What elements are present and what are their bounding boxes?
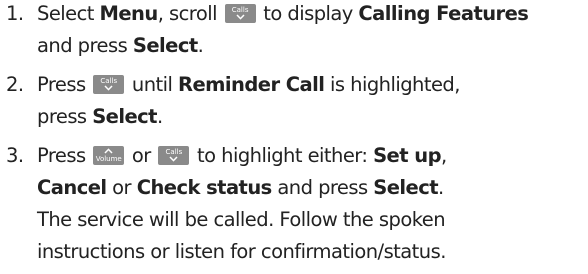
step-text: Press bbox=[37, 144, 92, 167]
chevron-down-icon bbox=[169, 156, 178, 162]
step-text: and press bbox=[271, 176, 374, 199]
chevron-down-icon bbox=[236, 14, 245, 20]
step-line: Press Volume or Calls to highlight eithe… bbox=[37, 140, 588, 172]
step-text: , scroll bbox=[157, 2, 223, 25]
step-text: Select bbox=[37, 2, 100, 25]
key-label: Volume bbox=[95, 155, 122, 163]
calls-down-key-icon: Calls bbox=[158, 146, 190, 165]
chevron-down-icon bbox=[104, 85, 113, 91]
step-text: , bbox=[440, 144, 447, 167]
instruction-step-1: 1. Select Menu, scroll Calls to display … bbox=[0, 0, 588, 62]
step-text: is highlighted, bbox=[324, 73, 460, 96]
key-label: Calls bbox=[165, 148, 183, 156]
step-line: and press Select. bbox=[37, 30, 588, 62]
step-number: 3. bbox=[6, 144, 24, 167]
step-line: instructions or listen for confirmation/… bbox=[37, 240, 446, 263]
step-line: Cancel or Check status and press Select. bbox=[37, 172, 588, 204]
step-text: . bbox=[156, 105, 163, 128]
step-text: and press bbox=[37, 34, 133, 57]
instruction-step-2: 2. Press Calls until Reminder Call is hi… bbox=[0, 69, 588, 133]
step-number: 2. bbox=[6, 73, 24, 96]
step-line: Press Calls until Reminder Call is highl… bbox=[37, 69, 588, 101]
feature-name: Reminder Call bbox=[177, 73, 325, 96]
option-name: Check status bbox=[136, 176, 273, 199]
select-key-name: Select bbox=[373, 176, 439, 199]
calls-down-key-icon: Calls bbox=[93, 75, 125, 94]
feature-name: Calling Features bbox=[358, 2, 529, 25]
step-line: The service will be called. Follow the s… bbox=[37, 208, 446, 231]
select-key-name: Select bbox=[132, 34, 198, 57]
step-text: to highlight either: bbox=[191, 144, 374, 167]
option-name: Cancel bbox=[37, 176, 107, 199]
instruction-step-3: 3. Press Volume or Calls to highlight ei… bbox=[0, 140, 588, 268]
step-text: or bbox=[106, 176, 137, 199]
step-text: . bbox=[197, 34, 204, 57]
step-text: . bbox=[438, 176, 444, 199]
instruction-list: 1. Select Menu, scroll Calls to display … bbox=[0, 0, 588, 268]
chevron-up-icon bbox=[104, 148, 113, 154]
calls-down-key-icon: Calls bbox=[224, 4, 256, 23]
step-text: to display bbox=[257, 2, 359, 25]
step-line: Select Menu, scroll Calls to display Cal… bbox=[37, 0, 588, 30]
volume-up-key-icon: Volume bbox=[93, 146, 125, 165]
step-text: press bbox=[37, 105, 93, 128]
step-number: 1. bbox=[6, 2, 24, 25]
step-text: or bbox=[126, 144, 157, 167]
menu-key-name: Menu bbox=[99, 2, 159, 25]
key-label: Calls bbox=[100, 77, 118, 85]
step-text: until bbox=[126, 73, 178, 96]
key-label: Calls bbox=[231, 6, 249, 14]
option-name: Set up bbox=[373, 144, 441, 167]
step-line: press Select. bbox=[37, 101, 588, 133]
select-key-name: Select bbox=[92, 105, 157, 128]
step-text: Press bbox=[37, 73, 92, 96]
